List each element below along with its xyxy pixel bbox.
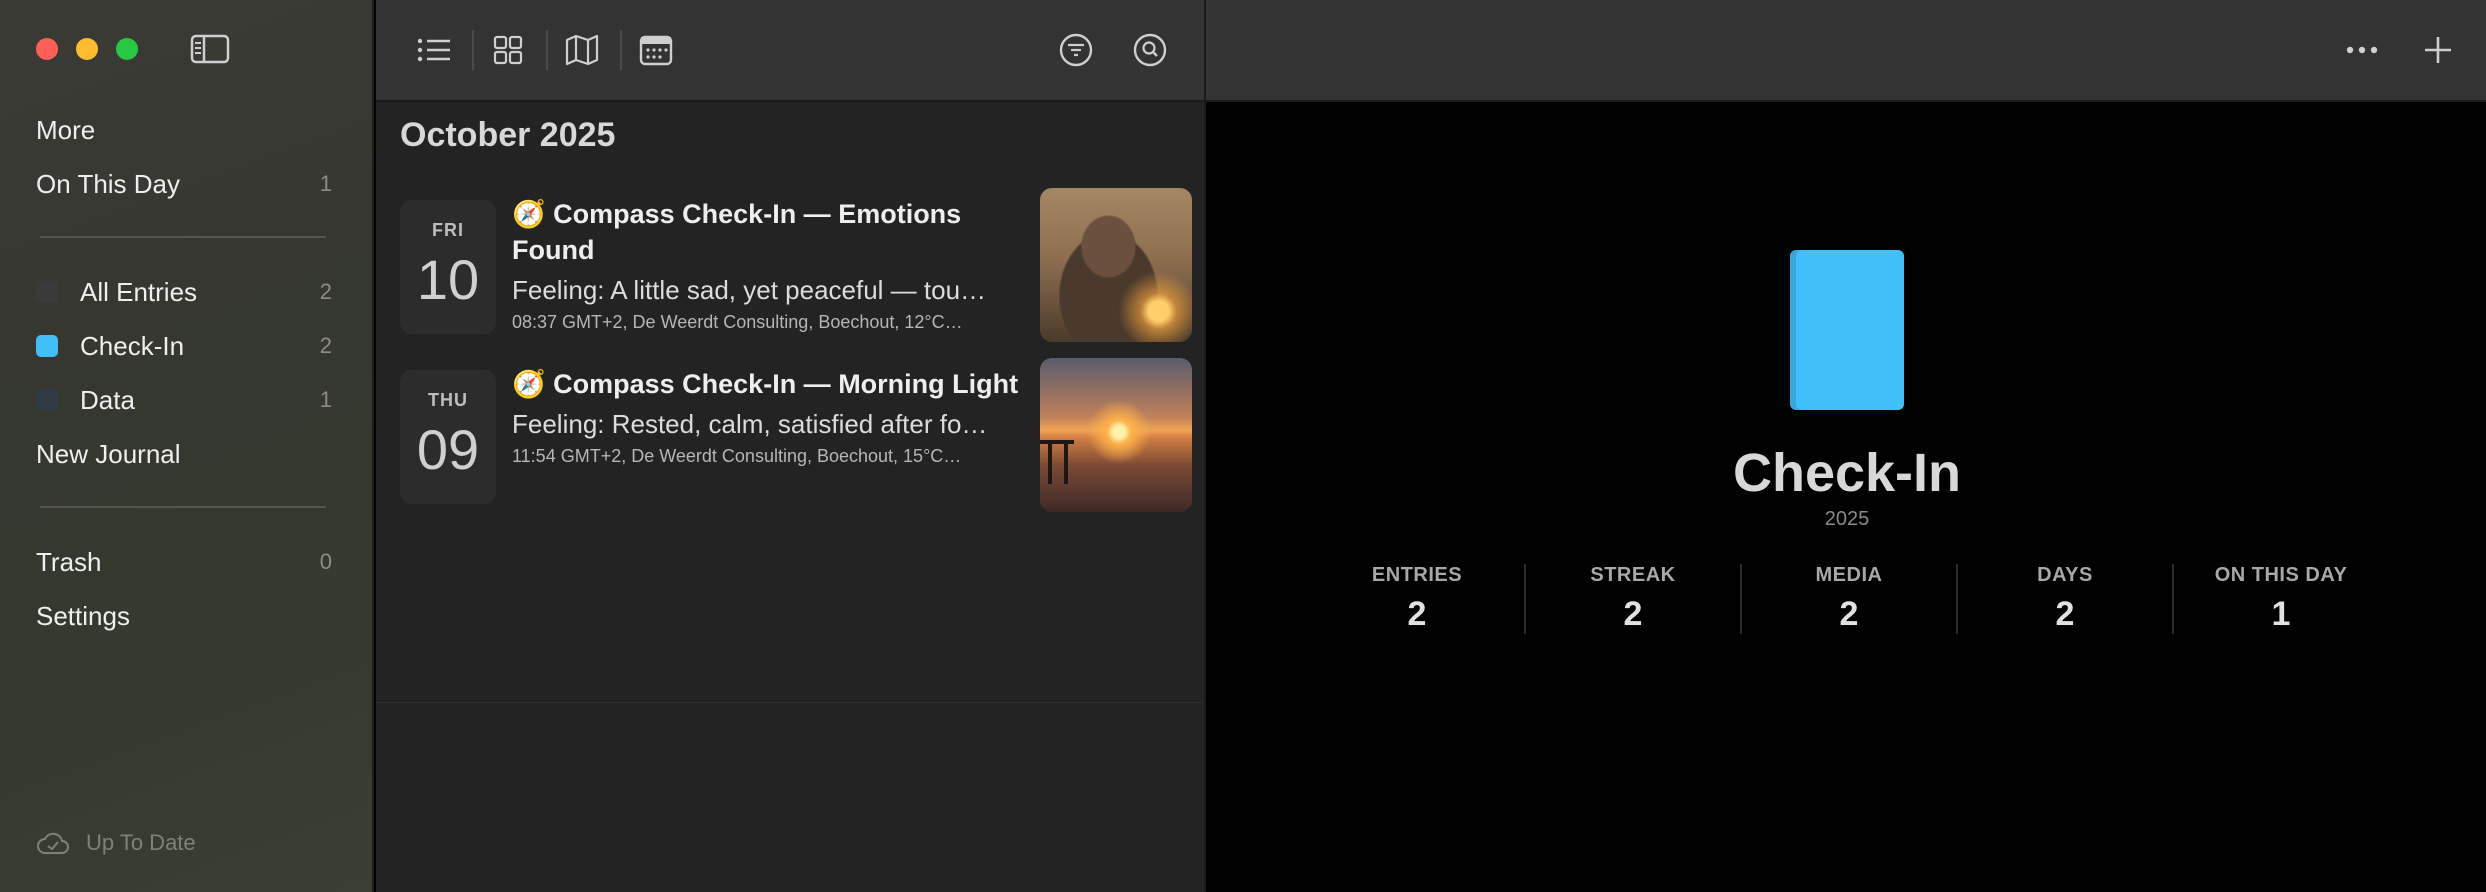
journal-color-swatch [36,389,58,411]
stat-value: 2 [1623,595,1643,633]
sidebar: More On This Day 1 All Entries 2 Check-I… [0,0,374,892]
sidebar-item-label: New Journal [36,438,181,469]
entry-date-badge: FRI 10 [400,200,496,334]
sidebar-item-count: 2 [319,279,332,304]
add-entry-icon[interactable] [2418,30,2458,70]
detail-toolbar [1204,0,2486,102]
list-view-icon[interactable] [414,30,454,70]
stat-days: DAYS 2 [1956,564,2172,634]
journal-color-swatch [36,281,58,303]
filter-icon[interactable] [1056,30,1096,70]
entry-snippet: Feeling: A little sad, yet peaceful — to… [512,275,987,305]
sidebar-item-label: Settings [36,600,130,631]
stat-value: 2 [1839,595,1859,633]
entry-metadata: 11:54 GMT+2, De Weerdt Consulting, Boech… [512,446,962,466]
entry-day-of-week: THU [428,390,468,410]
sidebar-item-on-this-day[interactable]: On This Day 1 [36,164,332,204]
journal-year: 2025 [1824,508,1870,530]
toolbar-divider [620,30,622,70]
sidebar-item-label: Data [80,384,135,415]
stat-label: DAYS [2037,564,2093,586]
stat-value: 2 [1407,595,1427,633]
sidebar-divider [40,236,326,238]
toolbar-divider [546,30,548,70]
new-journal-button[interactable]: New Journal [36,434,332,474]
sidebar-item-more[interactable]: More [36,110,332,150]
entry-photo-thumbnail[interactable] [1040,188,1192,342]
calendar-view-icon[interactable] [636,30,676,70]
journal-title: Check-In [1732,443,1962,503]
sidebar-item-label: All Entries [80,276,198,307]
sidebar-item-settings[interactable]: Settings [36,596,332,636]
more-options-icon[interactable] [2342,30,2382,70]
grid-view-icon[interactable] [488,30,528,70]
sync-status: Up To Date [36,830,196,856]
stat-streak: STREAK 2 [1524,564,1740,634]
sidebar-item-data[interactable]: Data 1 [36,380,332,420]
sidebar-divider [40,506,326,508]
sidebar-item-label: Check-In [80,330,185,361]
entry-metadata: 08:37 GMT+2, De Weerdt Consulting, Boech… [512,312,963,332]
month-header: October 2025 [400,116,616,154]
list-toolbar [376,0,1204,102]
sync-status-label: Up To Date [86,830,196,855]
sidebar-item-label: More [36,114,96,145]
entry-row[interactable]: THU 09 🧭 Compass Check-In — Morning Ligh… [390,358,1192,518]
entry-list-pane: October 2025 FRI 10 🧭 Compass Check-In —… [376,0,1204,892]
sidebar-item-count: 1 [319,387,332,412]
sidebar-item-label: On This Day [36,168,181,199]
entry-photo-thumbnail[interactable] [1040,358,1192,512]
journal-stats: ENTRIES 2 STREAK 2 MEDIA 2 DAYS 2 ON THI… [1310,564,2388,634]
zoom-window-button[interactable] [116,38,138,60]
sidebar-item-all-entries[interactable]: All Entries 2 [36,272,332,312]
journal-cover[interactable] [1790,250,1904,410]
app-window: More On This Day 1 All Entries 2 Check-I… [0,0,2486,892]
entry-row[interactable]: FRI 10 🧭 Compass Check-In — Emotions Fou… [390,188,1192,348]
entry-snippet: Feeling: Rested, calm, satisfied after f… [512,409,988,439]
search-icon[interactable] [1130,30,1170,70]
sidebar-item-trash[interactable]: Trash 0 [36,542,332,582]
sidebar-item-label: Trash [36,546,102,577]
pier-silhouette [1040,440,1074,484]
list-divider [376,702,1204,703]
stat-label: ENTRIES [1371,564,1463,586]
toolbar-divider [472,30,474,70]
entry-day-number: 10 [416,248,480,311]
journal-detail-pane: Check-In 2025 ENTRIES 2 STREAK 2 MEDIA 2… [1204,102,2486,892]
entry-day-number: 09 [416,418,480,481]
sidebar-toggle-icon[interactable] [190,34,230,64]
minimize-window-button[interactable] [76,38,98,60]
sidebar-item-count: 2 [319,333,332,358]
close-window-button[interactable] [36,38,58,60]
cloud-check-icon [37,832,69,854]
sidebar-item-count: 0 [319,549,332,574]
stat-value: 1 [2271,595,2291,633]
stat-label: MEDIA [1815,564,1883,586]
stat-value: 2 [2055,595,2075,633]
entry-day-of-week: FRI [432,220,464,240]
stat-entries: ENTRIES 2 [1310,564,1524,634]
sidebar-item-count: 1 [319,171,332,196]
journal-color-swatch [36,335,58,357]
entry-date-badge: THU 09 [400,370,496,504]
stat-label: ON THIS DAY [2214,564,2348,586]
sidebar-item-check-in[interactable]: Check-In 2 [36,326,332,366]
map-view-icon[interactable] [562,30,602,70]
entry-title: 🧭 Compass Check-In — Morning Light [512,369,1019,399]
stat-label: STREAK [1590,564,1676,586]
stat-on-this-day: ON THIS DAY 1 [2172,564,2388,634]
entry-title: 🧭 Compass Check-In — Emotions Found [512,199,962,265]
stat-media: MEDIA 2 [1740,564,1956,634]
